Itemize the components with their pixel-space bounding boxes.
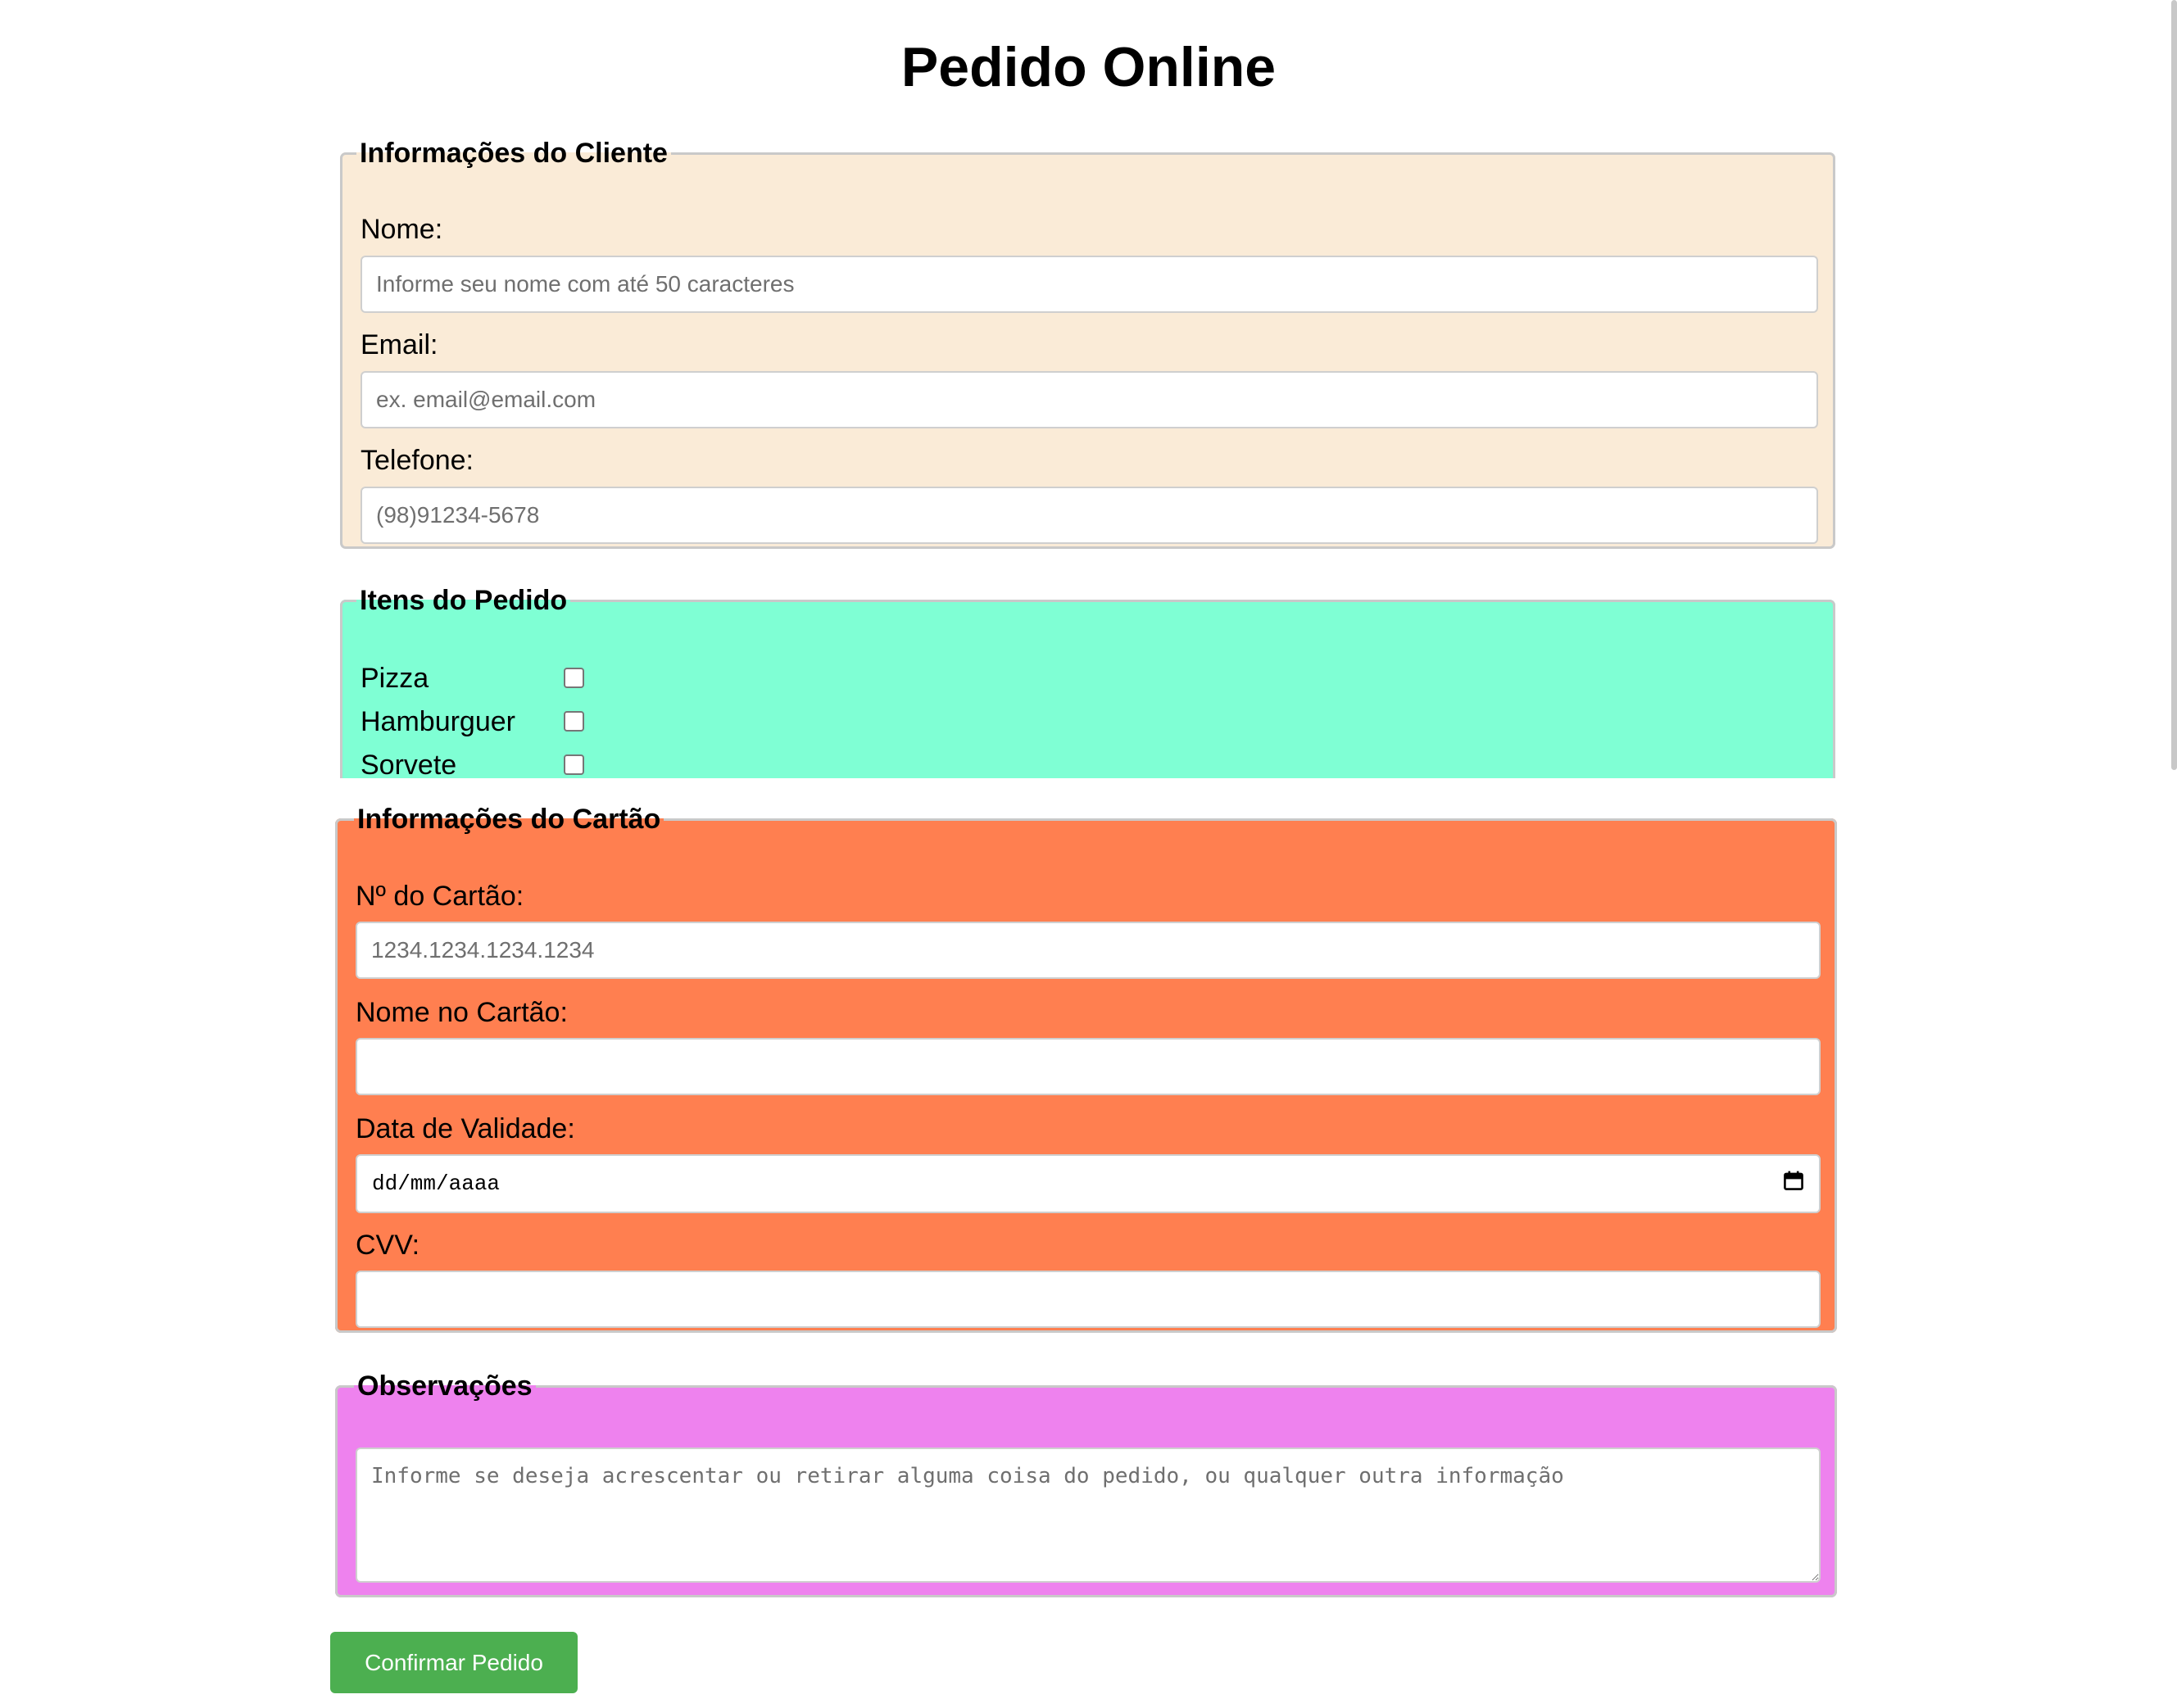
cartao-numero-input[interactable]: [356, 922, 1821, 979]
cartao-legend: Informações do Cartão: [357, 804, 661, 835]
nome-label: Nome:: [361, 214, 443, 245]
page-title: Pedido Online: [900, 36, 1277, 98]
validade-label: Data de Validade:: [356, 1113, 575, 1144]
validade-input[interactable]: dd/mm/aaaa: [356, 1154, 1821, 1213]
item-pizza-label: Pizza: [361, 663, 429, 694]
item-sorvete-label: Sorvete: [361, 750, 457, 781]
email-input[interactable]: [361, 371, 1818, 428]
validade-placeholder: dd/mm/aaaa: [372, 1171, 501, 1196]
cartao-nome-label: Nome no Cartão:: [356, 997, 568, 1028]
itens-legend: Itens do Pedido: [360, 585, 568, 616]
item-pizza-checkbox[interactable]: [564, 668, 584, 688]
cartao-nome-input[interactable]: [356, 1038, 1821, 1095]
item-hamburguer-label: Hamburguer: [361, 706, 515, 737]
cvv-input[interactable]: [356, 1271, 1821, 1328]
cvv-label: CVV:: [356, 1230, 420, 1261]
observacoes-legend: Observações: [357, 1370, 533, 1402]
confirmar-pedido-button[interactable]: Confirmar Pedido: [330, 1632, 578, 1693]
cliente-fieldset: Informações do Cliente Nome: Email: Tele…: [340, 137, 1835, 549]
telefone-input[interactable]: [361, 487, 1818, 544]
cartao-numero-label: Nº do Cartão:: [356, 881, 524, 912]
cartao-fieldset: Informações do Cartão Nº do Cartão: Nome…: [335, 803, 1837, 1333]
observacoes-textarea[interactable]: [356, 1447, 1821, 1583]
calendar-icon[interactable]: [1783, 1170, 1804, 1198]
cliente-legend: Informações do Cliente: [360, 138, 668, 169]
observacoes-fieldset: Observações: [335, 1370, 1837, 1597]
email-label: Email:: [361, 329, 438, 360]
item-hamburguer-checkbox[interactable]: [564, 711, 584, 732]
nome-input[interactable]: [361, 256, 1818, 313]
telefone-label: Telefone:: [361, 445, 474, 476]
scrollbar[interactable]: [2171, 0, 2177, 770]
item-sorvete-checkbox[interactable]: [564, 754, 584, 775]
itens-fieldset: Itens do Pedido Pizza Hamburguer Sorvete: [340, 584, 1835, 781]
